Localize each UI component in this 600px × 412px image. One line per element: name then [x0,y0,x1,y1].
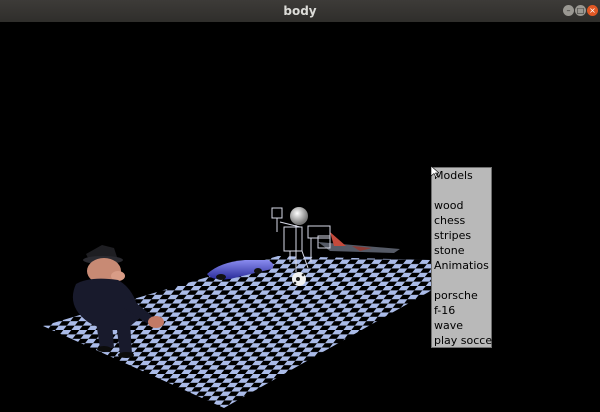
menu-item-animations-header: Animatios [434,259,489,272]
models-popup-menu: Models wood chess stripes stone Animatio… [431,167,497,348]
opengl-viewport[interactable] [0,22,600,412]
app-window: body – □ × Models wood chess stripes sto… [0,0,600,412]
close-button[interactable]: × [587,5,598,16]
menu-item-stone[interactable]: stone [434,243,465,258]
hanging-sphere [290,207,308,225]
scene-canvas [43,207,448,408]
menu-item-stripes[interactable]: stripes [434,228,471,243]
menu-item-wave[interactable]: wave [434,318,463,333]
title-bar[interactable]: body – □ × [0,0,600,23]
window-title: body [283,4,317,18]
menu-item-play-soccer[interactable]: play soccer [434,333,497,348]
menu-item-porsche[interactable]: porsche [434,288,478,303]
maximize-button[interactable]: □ [575,5,586,16]
menu-item-f16[interactable]: f-16 [434,303,455,318]
mouse-cursor-icon [431,166,439,178]
menu-item-models-header: Models [434,169,473,182]
menu-item-chess[interactable]: chess [434,213,465,228]
soccer-ball [292,272,306,286]
minimize-button[interactable]: – [563,5,574,16]
menu-item-wood[interactable]: wood [434,198,463,213]
